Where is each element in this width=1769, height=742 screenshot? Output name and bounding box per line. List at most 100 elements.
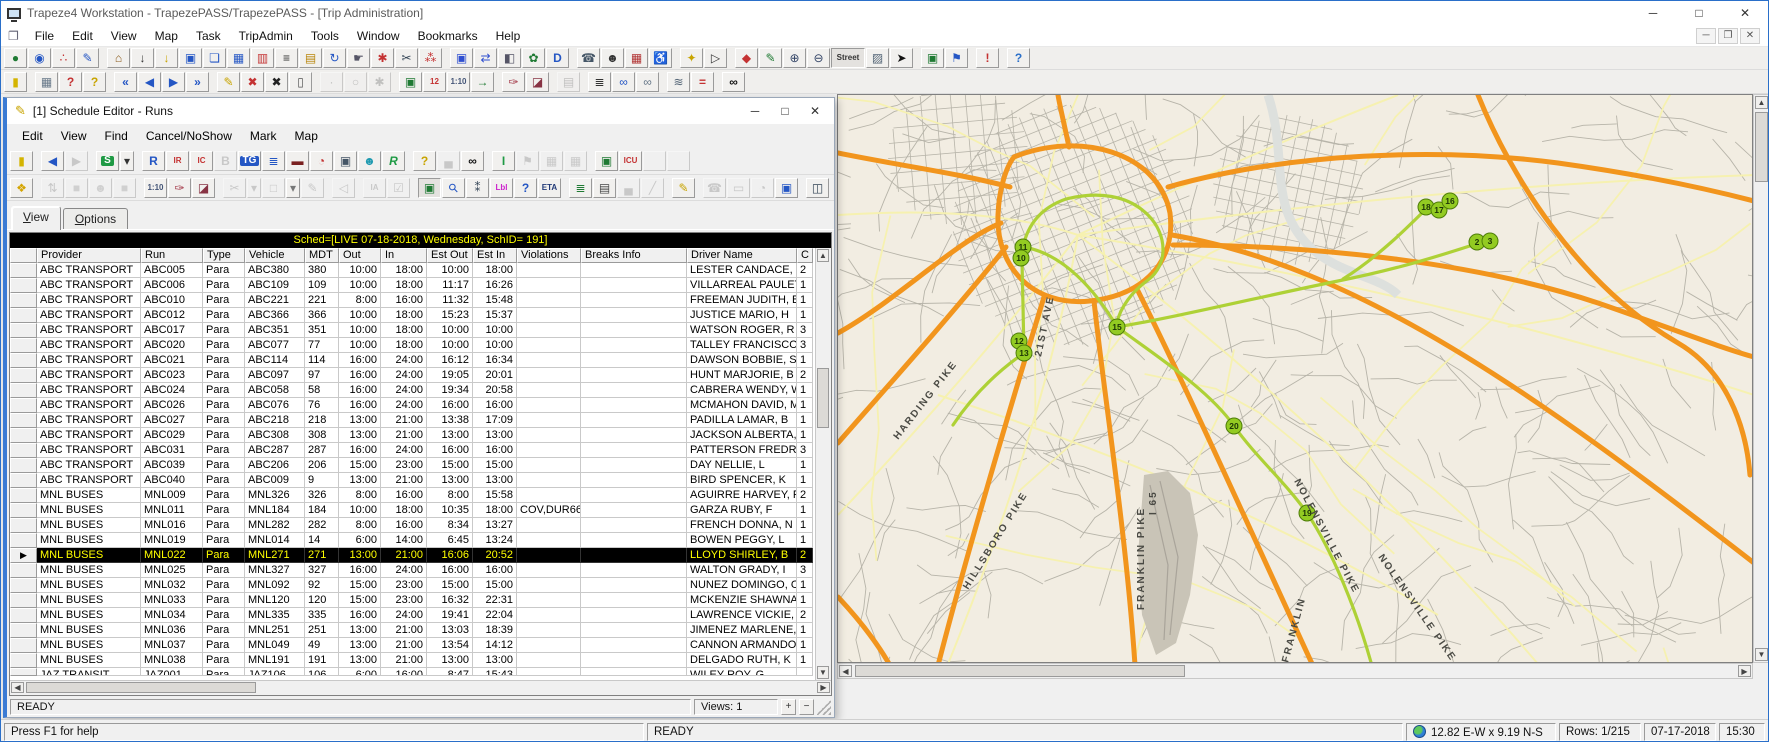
scroll-down-arrow[interactable]: ▼: [817, 666, 829, 679]
checklist-icon[interactable]: ≣: [569, 177, 592, 198]
views-increment-button[interactable]: +: [781, 698, 796, 715]
close-button[interactable]: ✕: [1722, 1, 1768, 25]
column-header-breaks-info[interactable]: Breaks Info: [581, 248, 687, 263]
panel-icon[interactable]: ■: [65, 177, 88, 198]
run-ir-icon[interactable]: IR: [166, 151, 189, 171]
row-selector[interactable]: [10, 593, 37, 608]
menu-task[interactable]: Task: [187, 27, 230, 45]
insert-icon[interactable]: □: [262, 177, 285, 198]
edit-pencil-icon[interactable]: ✎: [217, 71, 240, 92]
table-row[interactable]: ABC TRANSPORT ABC010 Para ABC221 221 8:00 16:0…: [10, 293, 815, 308]
table-row[interactable]: ABC TRANSPORT ABC039 Para ABC206 206 15:00 23:…: [10, 458, 815, 473]
trip-tg-icon[interactable]: TG: [238, 151, 261, 171]
map-horizontal-scrollbar[interactable]: ◀ ▶: [837, 663, 1753, 679]
blank-a[interactable]: [643, 151, 666, 171]
letter-d-icon[interactable]: D: [546, 48, 569, 68]
bus-stop-icon[interactable]: ⚑: [945, 48, 968, 68]
bus-icon[interactable]: ▬: [286, 151, 309, 171]
bus-yard-icon[interactable]: ✿: [522, 48, 545, 68]
table-row[interactable]: MNL BUSES MNL009 Para MNL326 326 8:00 16:00 8:0…: [10, 488, 815, 503]
row-selector[interactable]: [10, 278, 37, 293]
r-green-icon[interactable]: R: [382, 151, 405, 171]
alert-icon[interactable]: !: [976, 48, 999, 68]
mdi-restore-button[interactable]: ❐: [1718, 27, 1738, 44]
row-selector-header[interactable]: [10, 248, 37, 263]
mdi-minimize-button[interactable]: ─: [1696, 27, 1716, 44]
blank-b[interactable]: [667, 151, 690, 171]
phone-user-icon[interactable]: ☎: [577, 48, 600, 68]
run-list-icon[interactable]: ≣: [262, 151, 285, 171]
assign-help-icon[interactable]: ?: [514, 177, 537, 198]
table-horizontal-scrollbar[interactable]: ◀ ▶: [10, 680, 831, 695]
pointer-icon[interactable]: ➤: [890, 48, 913, 68]
table-row[interactable]: ABC TRANSPORT ABC027 Para ABC218 218 13:00 21:…: [10, 413, 815, 428]
route-loop-icon[interactable]: ↻: [323, 48, 346, 68]
itinerary-icon[interactable]: I: [492, 151, 515, 171]
vehicle-chart-icon[interactable]: ▥: [251, 48, 274, 68]
insert-dropdown[interactable]: ▾: [286, 177, 300, 198]
taxi-icon[interactable]: ▄: [617, 177, 640, 198]
new-doc-icon[interactable]: ▯: [289, 71, 312, 92]
row-selector[interactable]: ▶: [10, 548, 37, 563]
alarm-clock-icon[interactable]: ◔: [310, 151, 333, 171]
map-vertical-scrollbar[interactable]: ▲ ▼: [1753, 94, 1768, 663]
table-row[interactable]: ABC TRANSPORT ABC021 Para ABC114 114 16:00 24:…: [10, 353, 815, 368]
table-row[interactable]: MNL BUSES MNL036 Para MNL251 251 13:00 21:00 13…: [10, 623, 815, 638]
first-record-icon[interactable]: «: [114, 71, 137, 92]
table-row[interactable]: MNL BUSES MNL019 Para MNL014 14 6:00 14:00 6:45…: [10, 533, 815, 548]
map-pencil-icon[interactable]: ✎: [76, 48, 99, 68]
table-row[interactable]: ABC TRANSPORT ABC023 Para ABC097 97 16:00 24:0…: [10, 368, 815, 383]
scroll-right-arrow[interactable]: ▶: [817, 682, 830, 693]
scroll-left-arrow[interactable]: ◀: [11, 682, 24, 693]
pan-icon[interactable]: ▨: [866, 48, 889, 68]
map-display-icon[interactable]: ▣: [418, 177, 441, 198]
table-row[interactable]: MNL BUSES MNL033 Para MNL120 120 15:00 23:00 16…: [10, 593, 815, 608]
row-selector[interactable]: [10, 503, 37, 518]
table-row[interactable]: ABC TRANSPORT ABC024 Para ABC058 58 16:00 24:0…: [10, 383, 815, 398]
column-header-vehicle[interactable]: Vehicle: [245, 248, 305, 263]
table-row[interactable]: ABC TRANSPORT ABC031 Para ABC287 287 16:00 24:…: [10, 443, 815, 458]
table-row[interactable]: MNL BUSES MNL011 Para MNL184 184 10:00 18:00 10…: [10, 503, 815, 518]
editor-menu-edit[interactable]: Edit: [13, 127, 52, 145]
column-header-mdt[interactable]: MDT: [305, 248, 339, 263]
monitor-icon[interactable]: ◧: [498, 48, 521, 68]
row-selector[interactable]: [10, 398, 37, 413]
diamond-icon[interactable]: ◆: [735, 48, 758, 68]
avl-monitor-icon[interactable]: ▣: [921, 48, 944, 68]
row-selector[interactable]: [10, 428, 37, 443]
scroll-up-arrow[interactable]: ▲: [817, 249, 829, 262]
print-icon[interactable]: ▤: [593, 177, 616, 198]
editor-minimize-button[interactable]: ─: [740, 100, 770, 122]
mdi-child-icon[interactable]: ❐: [1, 29, 26, 43]
person-door-icon[interactable]: →: [471, 71, 494, 92]
speaker-icon[interactable]: ◁: [332, 177, 355, 198]
clock-list-icon[interactable]: 1:10: [447, 71, 470, 92]
accessible-icon[interactable]: ♿: [649, 48, 672, 68]
row-selector[interactable]: [10, 623, 37, 638]
editor-menu-view[interactable]: View: [52, 127, 96, 145]
column-header-out[interactable]: Out: [339, 248, 381, 263]
tasklist-icon[interactable]: ≣: [588, 71, 611, 92]
table-row[interactable]: ABC TRANSPORT ABC026 Para ABC076 76 16:00 24:0…: [10, 398, 815, 413]
editor-menu-cancel-noshow[interactable]: Cancel/NoShow: [137, 127, 241, 145]
pencil-green-icon[interactable]: ✎: [759, 48, 782, 68]
table-vertical-scrollbar[interactable]: ▲ ▼: [815, 248, 831, 680]
car-icon[interactable]: ▄: [437, 151, 460, 171]
map-canvas[interactable]: 18 17 16 2 3 11 10 15 12 13 20 19 HARDING PIKE 21ST …: [837, 94, 1753, 663]
maximize-button[interactable]: □: [1676, 1, 1722, 25]
monitor-rgb-icon[interactable]: ▣: [399, 71, 422, 92]
operators-icon[interactable]: ☻: [601, 48, 624, 68]
list-icon[interactable]: ≡: [275, 48, 298, 68]
basket-icon[interactable]: ❖: [10, 177, 33, 198]
scrollbar-thumb[interactable]: [817, 368, 829, 428]
prev-record-icon[interactable]: ◀: [138, 71, 161, 92]
row-selector[interactable]: [10, 638, 37, 653]
search-icon[interactable]: ○: [344, 71, 367, 92]
map-marker-3[interactable]: 3: [1481, 232, 1499, 250]
hint-icon[interactable]: ?: [83, 71, 106, 92]
menu-view[interactable]: View: [102, 27, 146, 45]
next-record-icon[interactable]: ▶: [162, 71, 185, 92]
column-header-est-in[interactable]: Est In: [473, 248, 517, 263]
dot-icon[interactable]: ·: [320, 71, 343, 92]
row-selector[interactable]: [10, 353, 37, 368]
